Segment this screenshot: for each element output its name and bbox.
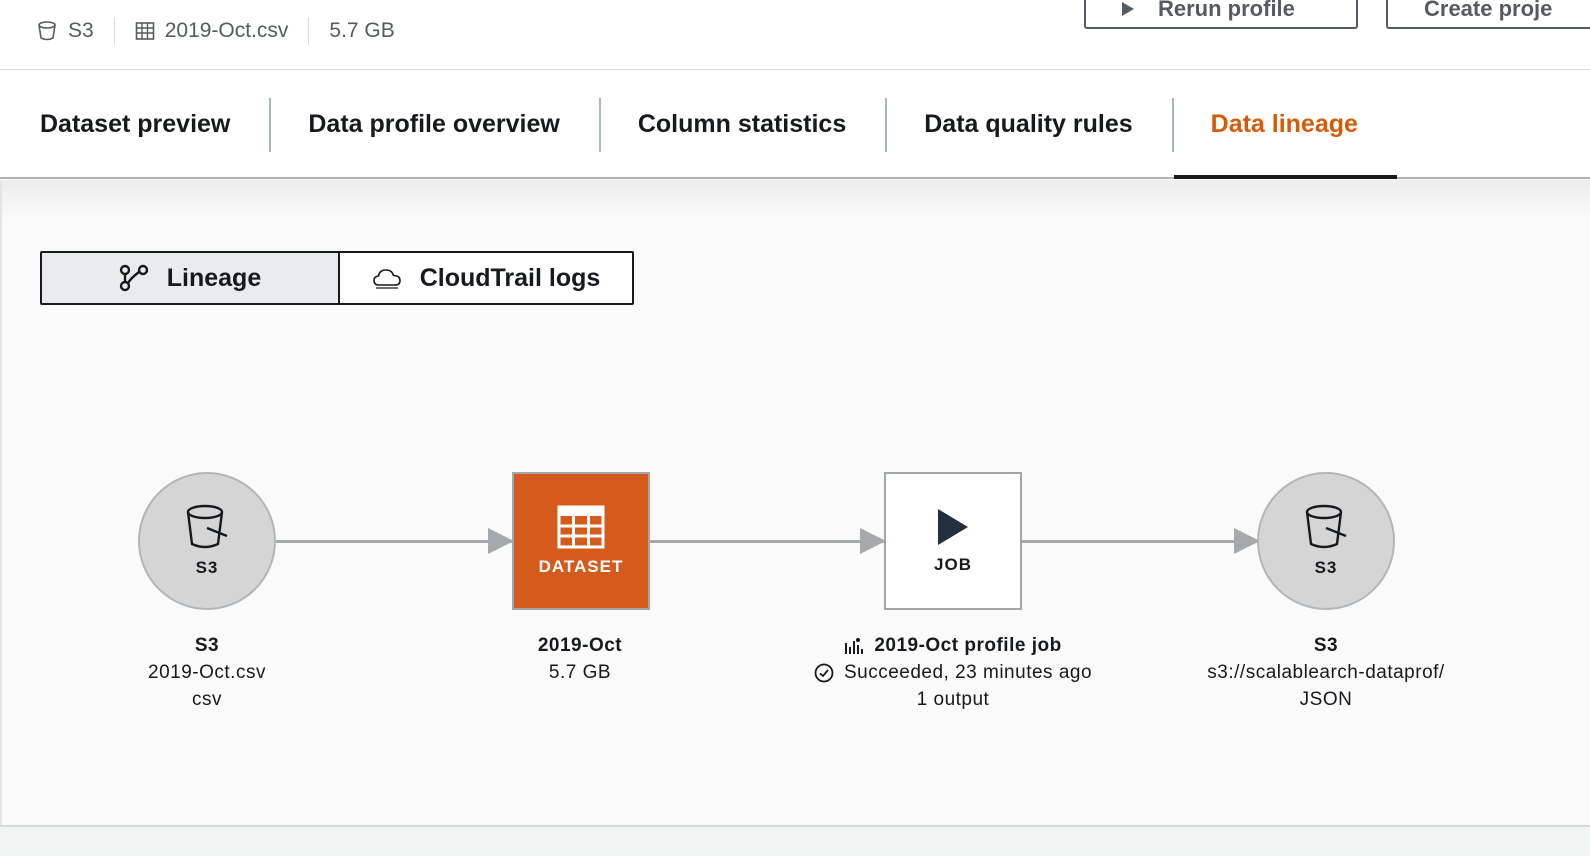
lineage-node-s3-source[interactable]: S3 [138, 472, 276, 610]
meta-file: 2019-Oct.csv [113, 17, 309, 45]
cloud-icon [372, 269, 401, 289]
check-circle-icon [814, 663, 834, 682]
top-bar: S3 2019-Oct.csv 5.7 GB Rerun profile Cre… [0, 0, 1590, 70]
meta-size: 5.7 GB [308, 17, 414, 45]
lineage-edge [650, 528, 886, 554]
cloudtrail-logs-toggle-label: CloudTrail logs [419, 263, 601, 292]
tab-column-statistics[interactable]: Column statistics [598, 71, 885, 177]
lineage-edge [276, 528, 514, 554]
node-tag: S3 [195, 558, 219, 577]
arrow-head-icon [488, 528, 514, 554]
play-icon [1122, 1, 1134, 16]
node-tag: S3 [1314, 558, 1338, 577]
dataset-meta: S3 2019-Oct.csv 5.7 GB [36, 16, 415, 46]
lineage-node-s3-output[interactable]: S3 [1257, 472, 1395, 610]
create-project-button[interactable]: Create proje [1386, 0, 1590, 29]
arrow-head-icon [860, 528, 886, 554]
node-format: JSON [1299, 689, 1353, 710]
cloudtrail-logs-toggle-button[interactable]: CloudTrail logs [340, 253, 632, 303]
lineage-panel: Lineage CloudTrail logs S3 S3 2019-Oct.c… [0, 180, 1590, 825]
job-outputs: 1 output [916, 689, 990, 710]
create-project-label: Create proje [1424, 0, 1553, 21]
rerun-profile-label: Rerun profile [1158, 0, 1295, 21]
lineage-toggle-label: Lineage [166, 263, 262, 292]
lineage-caption-s3-output: S3 s3://scalablearch-dataprof/ JSON [1166, 632, 1486, 713]
tab-dataset-preview[interactable]: Dataset preview [0, 71, 269, 177]
node-title: 2019-Oct [537, 635, 623, 656]
node-format: csv [192, 689, 222, 710]
job-status-row: Succeeded, 23 minutes ago [773, 659, 1133, 686]
footer-strip [0, 825, 1590, 856]
node-title: S3 [1313, 635, 1339, 656]
bucket-icon [38, 21, 56, 41]
lineage-toggle-button[interactable]: Lineage [42, 253, 340, 303]
table-grid-icon [557, 505, 605, 549]
job-title-link[interactable]: 2019-Oct profile job [874, 632, 1061, 659]
meta-source-label: S3 [68, 19, 94, 42]
node-path: s3://scalablearch-dataprof/ [1207, 662, 1445, 683]
lineage-icon [119, 264, 148, 292]
tab-data-quality-rules[interactable]: Data quality rules [885, 71, 1171, 177]
job-status-text: Succeeded, 23 minutes ago [843, 662, 1093, 683]
tab-data-profile-overview[interactable]: Data profile overview [269, 71, 598, 177]
lineage-caption-dataset: 2019-Oct 5.7 GB [480, 632, 680, 686]
meta-source: S3 [36, 17, 114, 45]
view-toggle: Lineage CloudTrail logs [40, 251, 634, 305]
bucket-icon [1305, 504, 1347, 549]
node-title-row: 2019-Oct profile job [773, 632, 1133, 659]
profile-job-icon [845, 637, 864, 654]
lineage-node-job[interactable]: JOB [884, 472, 1022, 610]
lineage-edge [1022, 528, 1260, 554]
lineage-node-dataset[interactable]: DATASET [512, 472, 650, 610]
lineage-caption-s3-source: S3 2019-Oct.csv csv [107, 632, 307, 713]
meta-size-label: 5.7 GB [329, 19, 395, 42]
node-tag: JOB [934, 555, 972, 574]
node-size: 5.7 GB [548, 662, 612, 683]
rerun-profile-button[interactable]: Rerun profile [1084, 0, 1358, 29]
node-detail: 2019-Oct.csv [148, 662, 266, 683]
node-tag: DATASET [538, 557, 624, 576]
lineage-caption-job: 2019-Oct profile job Succeeded, 23 minut… [773, 632, 1133, 713]
profile-tabs: Dataset preview Data profile overview Co… [0, 71, 1590, 179]
tab-data-lineage[interactable]: Data lineage [1171, 71, 1398, 179]
play-icon [938, 509, 968, 545]
bucket-icon [186, 504, 228, 549]
table-icon [135, 22, 154, 40]
node-title: S3 [194, 635, 220, 656]
meta-file-label: 2019-Oct.csv [164, 19, 289, 42]
